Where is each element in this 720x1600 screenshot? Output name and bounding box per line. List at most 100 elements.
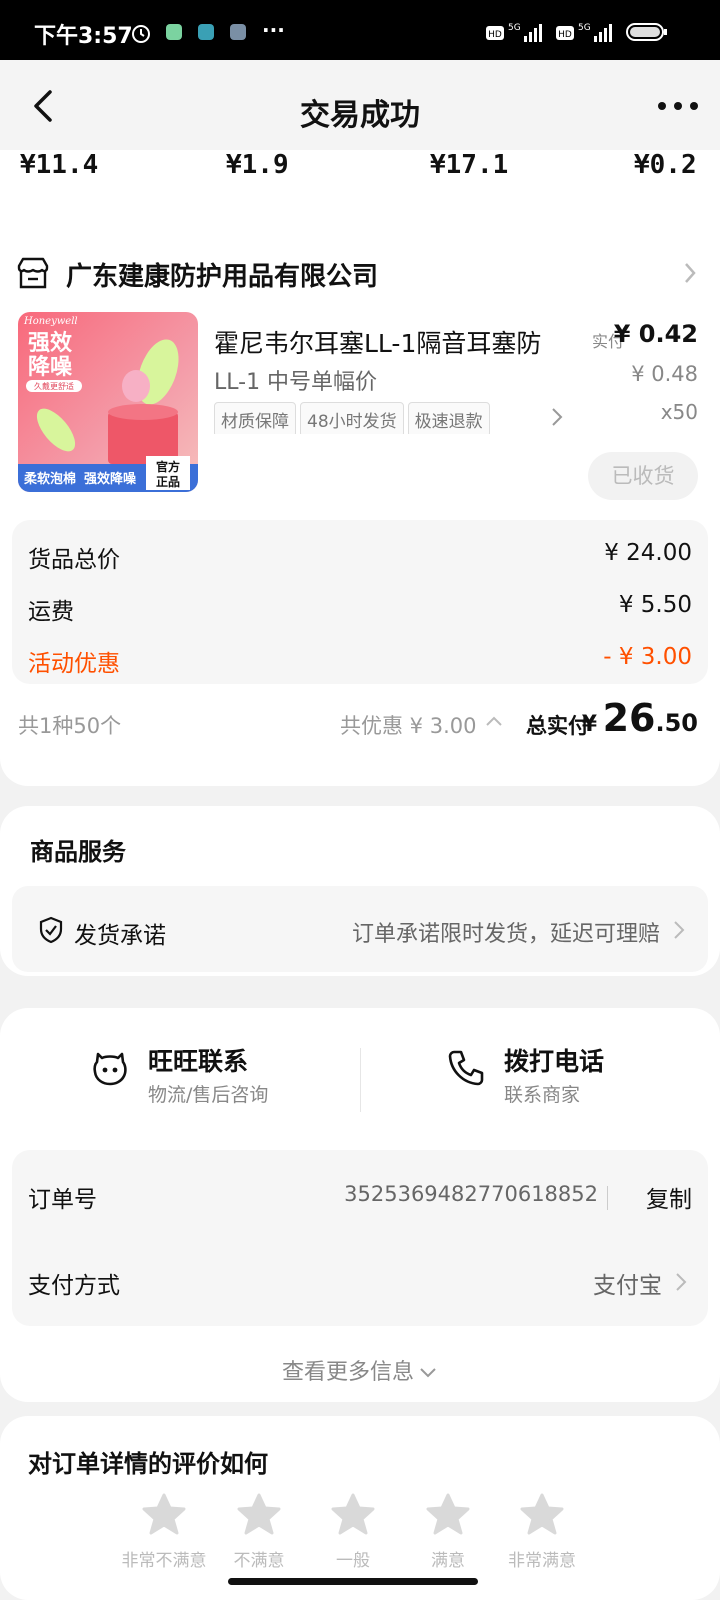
wangwang-subtitle: 物流/售后咨询 bbox=[148, 1084, 269, 1106]
goods-total-value: ¥ 24.00 bbox=[604, 540, 692, 566]
view-more-label: 查看更多信息 bbox=[281, 1360, 414, 1385]
recommendation-price[interactable]: ¥0.2 bbox=[634, 150, 697, 180]
product-spec: LL-1 中号单幅价 bbox=[214, 370, 378, 395]
product-image[interactable]: Honeywell 强效 降噪 久戴更舒适 柔软泡棉 强效降噪 官方 正品 bbox=[18, 312, 198, 492]
chevron-down-icon bbox=[420, 1368, 436, 1378]
total-paid-label: 总实付 bbox=[526, 714, 589, 738]
shield-check-icon bbox=[39, 916, 63, 944]
more-options-icon[interactable] bbox=[656, 94, 700, 118]
total-decimal: .50 bbox=[655, 709, 698, 737]
product-image-art: Honeywell 强效 降噪 久戴更舒适 柔软泡棉 强效降噪 官方 正品 bbox=[18, 316, 198, 492]
product-title[interactable]: 霍尼韦尔耳塞LL-1隔音耳塞防 bbox=[214, 324, 564, 360]
item-count: 共1种50个 bbox=[18, 714, 122, 738]
payment-method-label: 支付方式 bbox=[28, 1273, 120, 1299]
phone-contact[interactable]: 拨打电话 联系商家 bbox=[446, 1042, 646, 1114]
phone-icon bbox=[448, 1050, 484, 1086]
alarm-icon bbox=[132, 25, 150, 43]
shipping-value: ¥ 5.50 bbox=[618, 592, 692, 618]
rating-option-label: 非常满意 bbox=[508, 1551, 576, 1571]
total-discount[interactable]: 共优惠 ¥ 3.00 bbox=[340, 710, 476, 740]
wangwang-contact[interactable]: 旺旺联系 物流/售后咨询 bbox=[90, 1042, 310, 1114]
order-number-label: 订单号 bbox=[28, 1187, 97, 1213]
svg-text:5G: 5G bbox=[508, 23, 521, 33]
shipping-promise-desc: 订单承诺限时发货，延迟可理赔 bbox=[351, 922, 660, 947]
svg-text:5G: 5G bbox=[578, 23, 591, 33]
product-tag: 材质保障 bbox=[214, 402, 296, 434]
total-integer: 26 bbox=[602, 696, 656, 740]
payment-method-row[interactable]: 支付方式 支付宝 bbox=[28, 1266, 692, 1306]
product-image-brand: Honeywell bbox=[23, 316, 78, 327]
app-notification-icon bbox=[230, 24, 246, 40]
payment-method-value: 支付宝 bbox=[593, 1273, 662, 1299]
rating-option[interactable]: 非常满意 bbox=[482, 1492, 602, 1571]
order-details: 订单号 3525369482770618852 复制 支付方式 支付宝 bbox=[12, 1150, 708, 1326]
product-tags: 材质保障 48小时发货 极速退款 bbox=[214, 402, 564, 434]
order-number-row: 订单号 3525369482770618852 复制 bbox=[28, 1180, 692, 1220]
chevron-up-icon[interactable] bbox=[484, 714, 504, 728]
shop-icon bbox=[17, 257, 49, 289]
recommendation-price[interactable]: ¥11.4 bbox=[20, 150, 98, 180]
copy-separator bbox=[607, 1186, 608, 1210]
shipping-promise-row[interactable]: 发货承诺 订单承诺限时发货，延迟可理赔 bbox=[12, 886, 708, 972]
paid-price: ¥ 0.42 bbox=[613, 320, 698, 348]
star-icon bbox=[237, 1493, 281, 1535]
status-time: 下午3:57 bbox=[34, 24, 133, 49]
goods-total-label: 货品总价 bbox=[28, 547, 120, 573]
product-image-sub: 久戴更舒适 bbox=[34, 381, 74, 391]
received-status-button[interactable]: 已收货 bbox=[588, 452, 698, 500]
more-notifications-icon: ··· bbox=[262, 18, 285, 42]
rating-question: 对订单详情的评价如何 bbox=[28, 1450, 268, 1478]
battery-icon bbox=[626, 23, 667, 41]
app-notification-icon bbox=[166, 24, 182, 40]
product-tag: 极速退款 bbox=[407, 402, 490, 434]
rating-card: 对订单详情的评价如何 非常不满意 不满意 一般 满意 非常满意 bbox=[0, 1416, 720, 1600]
service-title: 商品服务 bbox=[30, 838, 126, 866]
order-info-card: 旺旺联系 物流/售后咨询 拨打电话 联系商家 订单号 3525369482770… bbox=[0, 1008, 720, 1402]
discount-value: - ¥ 3.00 bbox=[603, 644, 692, 670]
order-number: 3525369482770618852 bbox=[344, 1182, 598, 1206]
wangwang-chat-icon bbox=[93, 1052, 127, 1086]
product-image-headline: 强效 bbox=[28, 330, 72, 356]
status-bar: 下午3:57 ··· HD 5G HD 5G bbox=[0, 0, 720, 60]
home-indicator[interactable] bbox=[228, 1578, 478, 1585]
star-icon bbox=[426, 1493, 470, 1535]
star-icon bbox=[331, 1493, 375, 1535]
price-summary: 货品总价 ¥ 24.00 运费 ¥ 5.50 活动优惠 - ¥ 3.00 bbox=[12, 520, 708, 684]
recommendation-price[interactable]: ¥1.9 bbox=[226, 150, 289, 180]
copy-button[interactable]: 复制 bbox=[646, 1180, 692, 1214]
chevron-right-icon bbox=[674, 921, 685, 939]
view-more-info[interactable]: 查看更多信息 bbox=[0, 1354, 720, 1386]
quantity: x50 bbox=[660, 400, 698, 424]
signal-hd-5g-icon: HD 5G bbox=[486, 23, 542, 42]
recommendation-price[interactable]: ¥17.1 bbox=[430, 150, 508, 180]
product-image-badge: 正品 bbox=[156, 475, 180, 489]
app-notification-icon bbox=[198, 24, 214, 40]
svg-text:HD: HD bbox=[488, 30, 502, 40]
chevron-right-icon[interactable] bbox=[682, 260, 698, 286]
shop-name[interactable]: 广东建康防护用品有限公司 bbox=[66, 256, 378, 293]
nav-bar: 交易成功 bbox=[0, 60, 720, 150]
product-tag: 48小时发货 bbox=[300, 402, 404, 434]
star-icon bbox=[142, 1493, 186, 1535]
page-title: 交易成功 bbox=[300, 98, 420, 133]
contact-divider bbox=[360, 1048, 361, 1112]
signal-hd-5g-icon: HD 5G bbox=[556, 23, 612, 42]
order-card: 广东建康防护用品有限公司 Honeywell 强效 降噪 久戴更舒适 柔软泡棉 … bbox=[0, 230, 720, 786]
service-card: 商品服务 发货承诺 订单承诺限时发货，延迟可理赔 bbox=[0, 806, 720, 976]
svg-text:HD: HD bbox=[558, 30, 572, 40]
product-image-badge: 官方 bbox=[156, 459, 180, 474]
original-price: ¥ 0.48 bbox=[631, 362, 698, 386]
shipping-promise-label: 发货承诺 bbox=[74, 923, 166, 949]
product-image-headline: 降噪 bbox=[28, 355, 73, 380]
total-paid-amount: ¥ 26.50 bbox=[582, 696, 698, 740]
shipping-label: 运费 bbox=[28, 599, 74, 625]
chevron-right-icon bbox=[676, 1273, 687, 1291]
star-icon bbox=[520, 1493, 564, 1535]
discount-label: 活动优惠 bbox=[28, 651, 120, 677]
chevron-right-icon[interactable] bbox=[550, 406, 564, 428]
wangwang-title: 旺旺联系 bbox=[148, 1047, 249, 1076]
phone-title: 拨打电话 bbox=[504, 1047, 605, 1076]
product-image-bottom: 柔软泡棉 bbox=[23, 471, 76, 487]
recommendation-price-strip: ¥11.4 ¥1.9 ¥17.1 ¥0.2 bbox=[0, 150, 720, 230]
product-image-bottom: 强效降噪 bbox=[84, 471, 137, 487]
